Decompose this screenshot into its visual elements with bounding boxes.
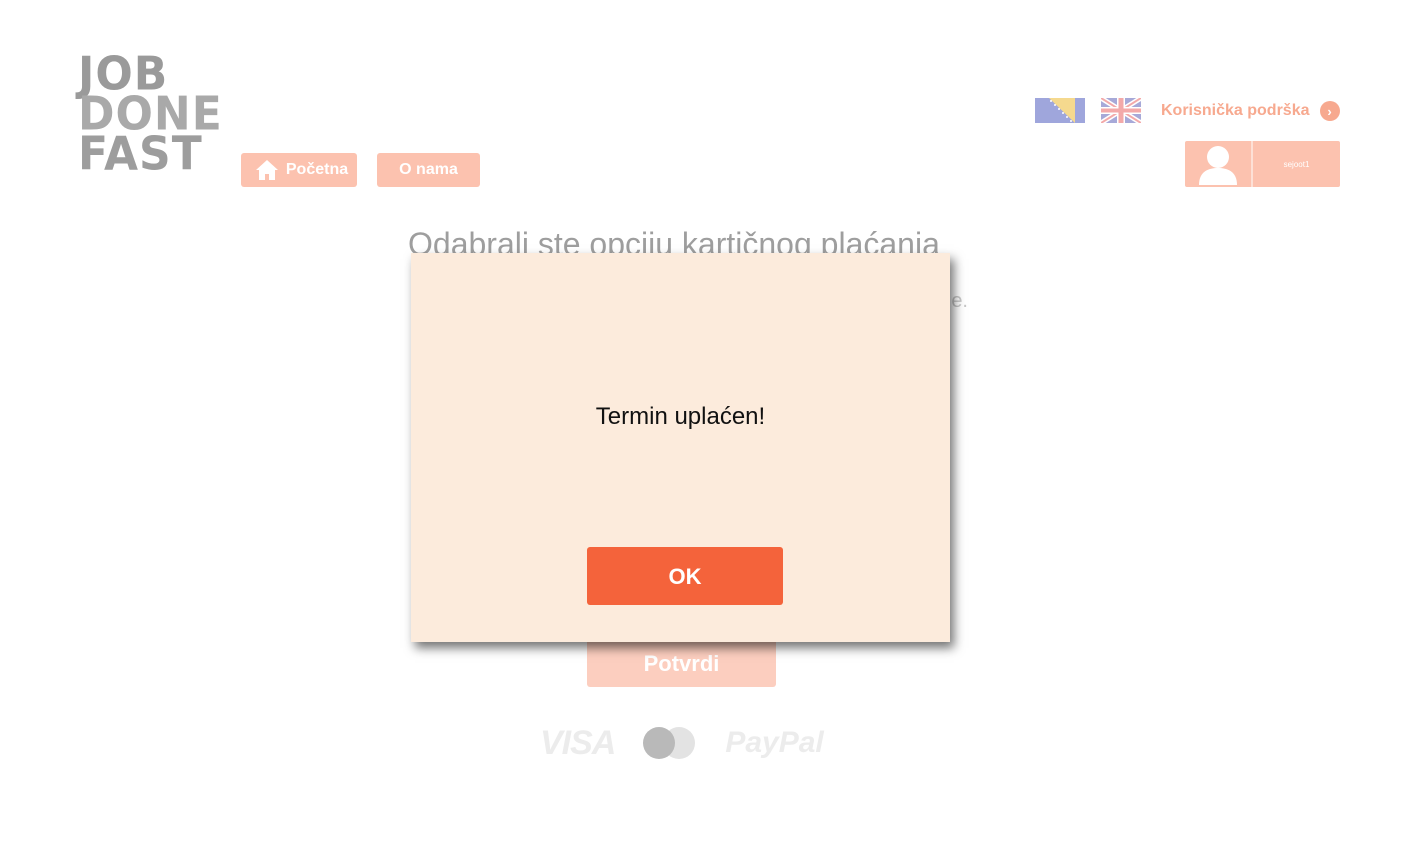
avatar: [1185, 141, 1253, 187]
user-icon: [1199, 146, 1237, 185]
mastercard-icon: [643, 726, 697, 760]
nav-about-button[interactable]: O nama: [377, 153, 480, 187]
user-account-button[interactable]: sejoot1: [1185, 141, 1340, 187]
logo[interactable]: JOB DONE FAST: [78, 51, 222, 182]
chevron-right-icon: ›: [1319, 101, 1340, 121]
visa-logo: VISA: [540, 723, 616, 762]
home-icon: [255, 160, 278, 180]
nav-home-button[interactable]: Početna: [241, 153, 357, 187]
english-flag-icon[interactable]: [1101, 98, 1141, 123]
page-subtitle-tail: e.: [951, 290, 968, 312]
user-name: sejoot1: [1283, 159, 1310, 169]
nav-home-label: Početna: [285, 161, 349, 178]
support-label: Korisnička podrška: [1161, 102, 1310, 119]
support-link[interactable]: Korisnička podrška ›: [1161, 100, 1340, 122]
ok-button[interactable]: OK: [587, 547, 783, 605]
payment-success-dialog: Termin uplaćen! OK: [411, 253, 950, 642]
payment-logos: VISA PayPal: [540, 720, 824, 766]
confirm-button[interactable]: Potvrdi: [587, 636, 776, 687]
bosnian-flag-icon[interactable]: [1035, 98, 1085, 123]
dialog-message: Termin uplaćen!: [595, 403, 766, 430]
logo-line-3: FAST: [78, 127, 203, 182]
nav-about-label: O nama: [399, 161, 458, 178]
paypal-logo: PayPal: [725, 726, 824, 759]
